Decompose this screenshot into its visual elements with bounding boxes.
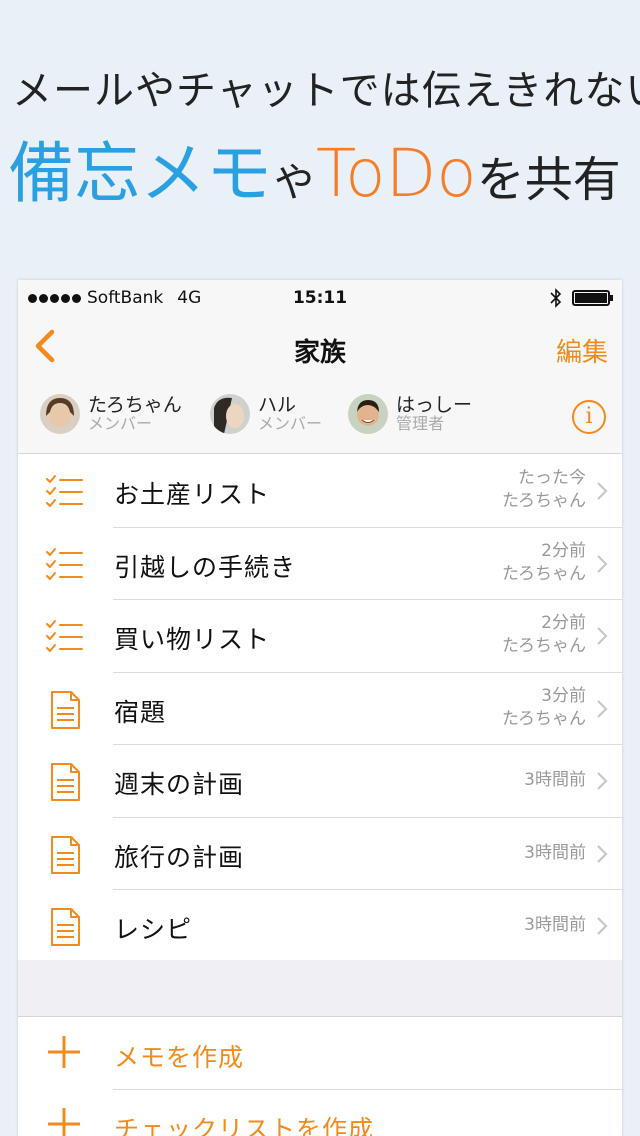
create-memo-label: メモを作成 <box>114 1043 245 1072</box>
bluetooth-icon <box>550 288 562 308</box>
chevron-right-icon <box>597 699 608 718</box>
item-title: お土産リスト <box>114 480 271 509</box>
item-time: 2分前 <box>541 613 586 633</box>
chevron-right-icon <box>597 627 608 645</box>
item-title: 週末の計画 <box>114 770 245 799</box>
checklist-icon <box>46 620 83 652</box>
item-title: 旅行の計画 <box>114 842 245 872</box>
item-author: たろちゃん <box>502 491 586 511</box>
chevron-right-icon <box>597 844 608 863</box>
plus-icon <box>48 1036 80 1068</box>
item-list: お土産リスト たった今 たろちゃん 引越しの手続き 2分前 たろちゃん 買い物リ… <box>18 455 622 963</box>
member-name: はっしー <box>396 394 473 416</box>
promo-headline: 備忘メモ や ToDo を共有 <box>8 120 621 216</box>
avatar <box>210 394 250 434</box>
checklist-icon <box>46 547 83 580</box>
item-meta: たった今 たろちゃん <box>502 467 586 513</box>
battery-icon <box>572 290 613 306</box>
avatar <box>40 394 80 434</box>
item-author: たろちゃん <box>502 708 586 729</box>
plus-icon <box>48 1108 80 1136</box>
list-item[interactable]: 週末の計画 3時間前 <box>18 745 622 818</box>
avatar <box>348 394 388 434</box>
create-checklist-label: チェックリストを作成 <box>114 1115 375 1136</box>
item-meta: 3分前 たろちゃん <box>502 685 586 731</box>
checklist-icon <box>46 475 83 507</box>
promo-ya-text: や <box>274 160 314 206</box>
item-time: 3分前 <box>541 685 586 706</box>
chevron-right-icon <box>597 554 608 573</box>
item-meta: 3時間前 <box>524 914 586 937</box>
memo-icon <box>51 908 80 946</box>
item-title: 宿題 <box>114 697 167 727</box>
info-button[interactable]: i <box>572 400 606 434</box>
chevron-right-icon <box>597 917 608 935</box>
memo-icon <box>51 690 80 729</box>
member-taro[interactable]: たろちゃん メンバー <box>40 394 182 434</box>
edit-button[interactable]: 編集 <box>556 332 608 369</box>
list-item[interactable]: 引越しの手続き 2分前 たろちゃん <box>18 527 622 600</box>
item-meta: 2分前 たろちゃん <box>502 612 586 658</box>
create-actions: メモを作成 チェックリストを作成 <box>18 1018 622 1136</box>
member-name: ハル <box>258 394 297 416</box>
item-author: たろちゃん <box>502 636 586 656</box>
create-checklist-button[interactable]: チェックリストを作成 <box>18 1090 622 1136</box>
member-haru[interactable]: ハル メンバー <box>210 394 322 434</box>
item-meta: 3時間前 <box>524 769 586 792</box>
list-item[interactable]: お土産リスト たった今 たろちゃん <box>18 455 622 528</box>
promo-tagline: メールやチャットでは伝えきれない <box>12 68 640 114</box>
item-title: 引越しの手続き <box>114 552 297 582</box>
item-time: たった今 <box>518 468 586 488</box>
phone-screen: SoftBank 4G 15:11 家族 編集 たろちゃん メンバー ハル メン… <box>18 280 622 1136</box>
member-role: メンバー <box>88 414 153 433</box>
memo-icon <box>51 763 80 801</box>
create-memo-button[interactable]: メモを作成 <box>18 1018 622 1090</box>
item-meta: 3時間前 <box>524 842 586 865</box>
item-time: 3時間前 <box>524 842 586 863</box>
item-title: レシピ <box>114 915 193 944</box>
promo-share-text: を共有 <box>476 152 621 208</box>
chevron-right-icon <box>597 772 608 790</box>
member-hasshi[interactable]: はっしー 管理者 <box>348 394 472 434</box>
member-name: たろちゃん <box>88 394 182 416</box>
item-title: 買い物リスト <box>114 625 271 654</box>
item-time: 3時間前 <box>524 915 586 935</box>
status-bar: SoftBank 4G 15:11 <box>18 280 622 316</box>
clock: 15:11 <box>292 288 348 308</box>
list-item[interactable]: 宿題 3分前 たろちゃん <box>18 672 622 745</box>
member-bar: たろちゃん メンバー ハル メンバー はっしー 管理者 i <box>18 380 622 454</box>
list-item[interactable]: 買い物リスト 2分前 たろちゃん <box>18 600 622 673</box>
page-title: 家族 <box>293 338 346 368</box>
promo-todo-text: ToDo <box>316 135 477 212</box>
item-author: たろちゃん <box>502 563 586 584</box>
memo-icon <box>51 835 80 874</box>
item-time: 2分前 <box>541 540 586 561</box>
promo-header: メールやチャットでは伝えきれない 備忘メモ や ToDo を共有 <box>0 0 640 280</box>
item-time: 3時間前 <box>524 770 586 790</box>
chevron-right-icon <box>597 482 608 500</box>
member-role: 管理者 <box>396 414 445 433</box>
member-role: メンバー <box>258 414 323 433</box>
navigation-bar: 家族 編集 <box>18 316 622 380</box>
list-item[interactable]: レシピ 3時間前 <box>18 890 622 963</box>
item-meta: 2分前 たろちゃん <box>502 540 586 586</box>
list-item[interactable]: 旅行の計画 3時間前 <box>18 817 622 890</box>
section-divider <box>18 960 622 1017</box>
promo-memo-text: 備忘メモ <box>8 135 272 212</box>
